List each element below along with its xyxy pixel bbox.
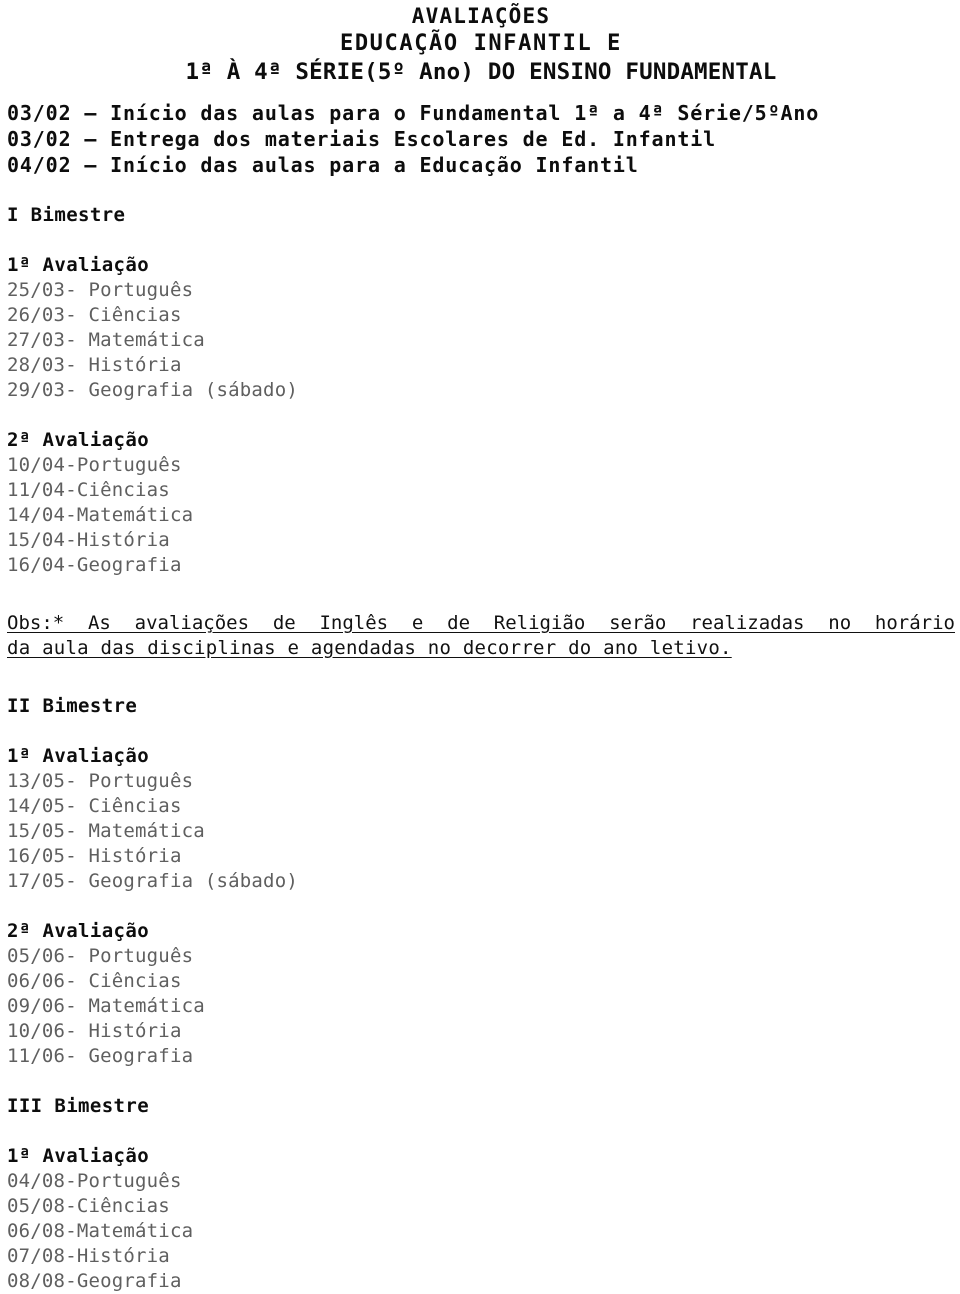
page-title: AVALIAÇÕES [411,4,551,28]
section-heading-bimestre-1: I Bimestre [7,204,126,226]
subsection-heading-avaliacao: 1ª Avaliação [7,745,150,767]
exam-date-item: 17/05- Geografia (sábado) [7,870,298,892]
page-subtitle-1: EDUCAÇÃO INFANTIL E [339,31,623,56]
exam-date-item: 15/05- Matemática [7,820,205,842]
exam-date-item: 14/04-Matemática [7,504,194,526]
exam-date-item: 09/06- Matemática [7,995,205,1017]
document-page: AVALIAÇÕES EDUCAÇÃO INFANTIL E 1ª À 4ª S… [0,0,960,1292]
exam-date-item: 04/08-Português [7,1170,182,1192]
subsection-heading-avaliacao: 1ª Avaliação [7,254,150,276]
section-heading-bimestre-2: II Bimestre [7,695,138,717]
page-subtitle-2: 1ª À 4ª SÉRIE(5º Ano) DO ENSINO FUNDAMEN… [185,59,777,85]
exam-date-list: 05/06- Português 06/06- Ciências 09/06- … [7,944,955,1069]
exam-date-list: 04/08-Português 05/08-Ciências 06/08-Mat… [7,1169,955,1294]
section-heading-bimestre-3: III Bimestre [7,1095,150,1117]
exam-date-item: 10/06- História [7,1020,182,1042]
exam-date-item: 26/03- Ciências [7,304,182,326]
exam-date-item: 28/03- História [7,354,182,376]
subsection-heading-avaliacao: 2ª Avaliação [7,429,150,451]
exam-date-item: 13/05- Português [7,770,194,792]
exam-date-item: 29/03- Geografia (sábado) [7,379,298,401]
intro-note-line: 03/02 – Entrega dos materiais Escolares … [7,127,717,151]
exam-date-item: 11/04-Ciências [7,479,170,501]
exam-date-item: 27/03- Matemática [7,329,205,351]
exam-date-item: 07/08-História [7,1245,170,1267]
exam-date-item: 05/06- Português [7,945,194,967]
observation-line-1: Obs:* As avaliações de Inglês e de Relig… [7,612,955,634]
exam-date-item: 16/05- História [7,845,182,867]
exam-date-item: 14/05- Ciências [7,795,182,817]
exam-date-list: 25/03- Português 26/03- Ciências 27/03- … [7,278,955,403]
exam-date-list: 10/04-Português 11/04-Ciências 14/04-Mat… [7,453,955,578]
document-title-block: AVALIAÇÕES EDUCAÇÃO INFANTIL E 1ª À 4ª S… [7,0,955,86]
exam-date-item: 10/04-Português [7,454,182,476]
intro-note-line: 04/02 – Início das aulas para a Educação… [7,153,639,177]
exam-date-item: 11/06- Geografia [7,1045,194,1067]
exam-date-item: 05/08-Ciências [7,1195,170,1217]
intro-notes: 03/02 – Início das aulas para o Fundamen… [7,100,955,178]
exam-date-item: 08/08-Geografia [7,1270,182,1292]
exam-date-list: 13/05- Português 14/05- Ciências 15/05- … [7,769,955,894]
exam-date-item: 16/04-Geografia [7,554,182,576]
intro-note-line: 03/02 – Início das aulas para o Fundamen… [7,101,820,125]
exam-date-item: 06/06- Ciências [7,970,182,992]
observation-note: Obs:* As avaliações de Inglês e de Relig… [7,611,955,661]
subsection-heading-avaliacao: 1ª Avaliação [7,1145,150,1167]
exam-date-item: 25/03- Português [7,279,194,301]
observation-line-2: da aula das disciplinas e agendadas no d… [7,637,732,659]
subsection-heading-avaliacao: 2ª Avaliação [7,920,150,942]
exam-date-item: 15/04-História [7,529,170,551]
exam-date-item: 06/08-Matemática [7,1220,194,1242]
